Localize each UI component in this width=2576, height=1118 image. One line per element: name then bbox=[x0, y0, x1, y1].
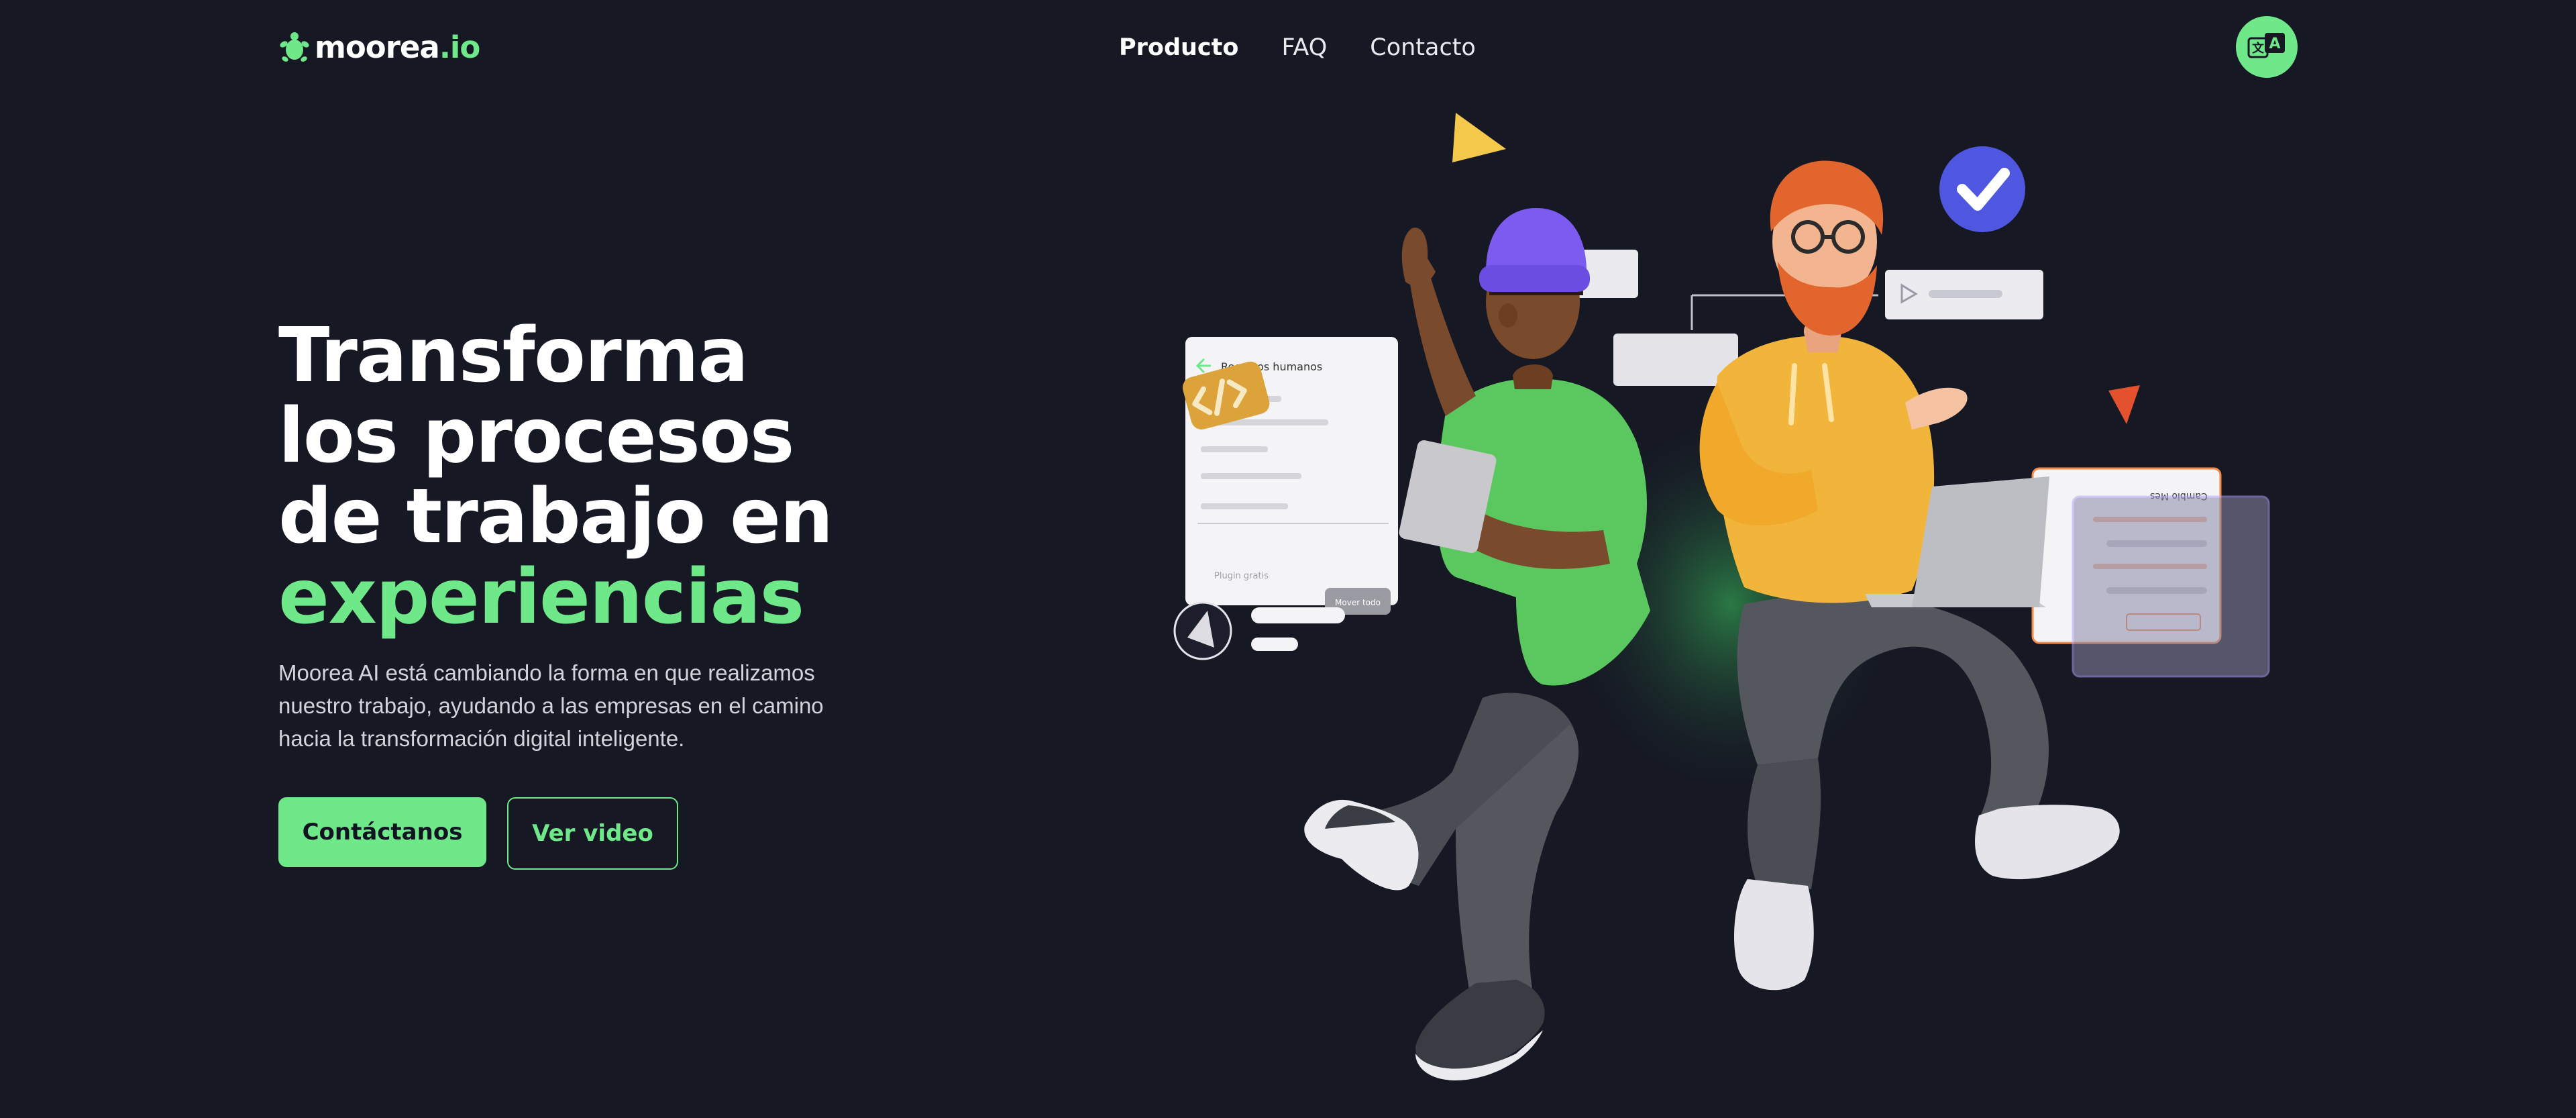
contact-button[interactable]: Contáctanos bbox=[278, 797, 486, 867]
watch-video-button[interactable]: Ver video bbox=[507, 797, 678, 870]
turtle-logo-icon bbox=[280, 32, 309, 62]
right-shoe-1 bbox=[1734, 879, 1814, 990]
hero-description: Moorea AI está cambiando la forma en que… bbox=[278, 660, 824, 751]
translate-icon: A 文 bbox=[2247, 33, 2285, 58]
logo[interactable]: moorea.io bbox=[278, 28, 480, 66]
hero-title-line-2: los procesos bbox=[278, 393, 794, 480]
main-nav: Producto FAQ Contacto bbox=[1119, 31, 1476, 64]
red-pyramid-shape bbox=[2108, 385, 2140, 424]
hero-title: Transforma los procesos de trabajo en ex… bbox=[278, 315, 833, 638]
glass-panel bbox=[2072, 495, 2270, 678]
hero-title-accent: experiencias bbox=[278, 554, 804, 641]
left-shoe-2 bbox=[1415, 980, 1545, 1074]
nav-producto[interactable]: Producto bbox=[1119, 34, 1238, 61]
hr-card-footer: Plugin gratis bbox=[1214, 571, 1269, 581]
logo-main: moorea bbox=[315, 29, 440, 65]
hero-title-line-3: de trabajo en bbox=[278, 473, 833, 560]
language-button[interactable]: A 文 bbox=[2236, 16, 2298, 78]
logo-accent: .io bbox=[439, 29, 480, 65]
right-shoe-2 bbox=[1975, 805, 2120, 880]
logo-text: moorea.io bbox=[315, 30, 480, 65]
svg-text:文: 文 bbox=[2252, 41, 2265, 56]
nav-faq[interactable]: FAQ bbox=[1281, 34, 1327, 61]
check-badge bbox=[1939, 146, 2025, 232]
yellow-pyramid-shape bbox=[1452, 113, 1506, 162]
purple-beanie bbox=[1486, 208, 1587, 272]
hero-illustration: Recursos humanos Plugin gratis Mover tod… bbox=[1140, 94, 2294, 1094]
hero-title-line-1: Transforma bbox=[278, 312, 749, 399]
hr-card-button-label: Mover todo bbox=[1335, 598, 1381, 607]
svg-text:A: A bbox=[2269, 36, 2280, 52]
hero-illustration-svg: Recursos humanos Plugin gratis Mover tod… bbox=[1173, 113, 2270, 1080]
nav-contacto[interactable]: Contacto bbox=[1370, 34, 1476, 61]
